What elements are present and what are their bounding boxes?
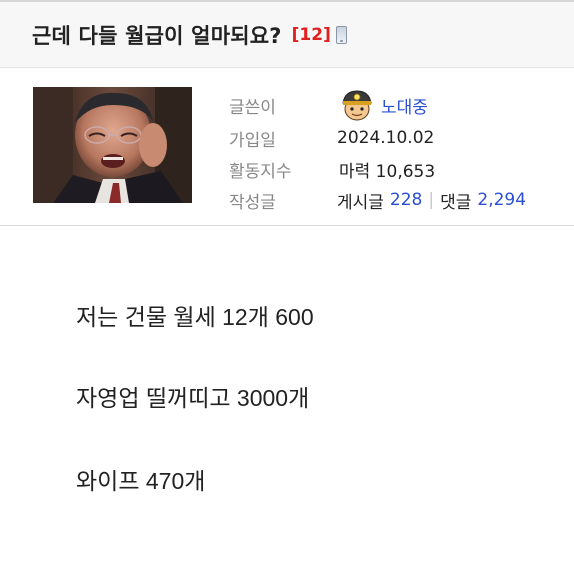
post-line: 와이프 470개 <box>76 468 206 494</box>
post-title: 근데 다들 월급이 얼마되요? <box>32 23 282 48</box>
comment-count-badge[interactable]: [12] <box>292 25 331 45</box>
post-title-bar: 근데 다들 월급이 얼마되요? [12] <box>0 0 574 68</box>
post-content: 저는 건물 월세 12개 600 자영업 띨꺼띠고 3000개 와이프 470개 <box>0 226 574 580</box>
label-posts: 작성글 <box>229 192 276 213</box>
posts-count-link[interactable]: 228 <box>390 190 422 210</box>
info-row-writer: 글쓴이 노대중 <box>229 87 559 123</box>
author-nickname-link[interactable]: 노대중 <box>337 87 428 123</box>
posts-label: 게시글 <box>337 192 384 213</box>
post-view: 근데 다들 월급이 얼마되요? [12] 글쓴이 노대중 가입일 2024.10… <box>0 0 574 580</box>
joined-date: 2024.10.02 <box>337 128 435 148</box>
info-row-posts: 작성글 게시글 228 | 댓글 2,294 <box>229 185 559 215</box>
posts-summary: 게시글 228 | 댓글 2,294 <box>337 188 526 213</box>
mobile-phone-icon <box>335 25 347 44</box>
comments-count-link[interactable]: 2,294 <box>477 190 526 210</box>
label-writer: 글쓴이 <box>229 97 276 118</box>
separator: | <box>428 190 435 210</box>
post-line: 저는 건물 월세 12개 600 <box>76 304 314 330</box>
comments-label: 댓글 <box>440 192 472 213</box>
info-row-joined: 가입일 2024.10.02 <box>229 123 559 153</box>
miner-character-icon <box>342 90 372 121</box>
author-photo <box>33 87 192 203</box>
author-info: 글쓴이 노대중 가입일 2024.10.02 활동지수 마력 10,653 작성… <box>0 68 574 226</box>
info-row-activity: 활동지수 마력 10,653 <box>229 154 559 184</box>
activity-value: 마력 10,653 <box>339 161 436 182</box>
label-joined: 가입일 <box>229 130 276 151</box>
label-activity: 활동지수 <box>229 161 292 182</box>
post-line: 자영업 띨꺼띠고 3000개 <box>76 385 310 411</box>
author-nickname: 노대중 <box>381 97 428 118</box>
